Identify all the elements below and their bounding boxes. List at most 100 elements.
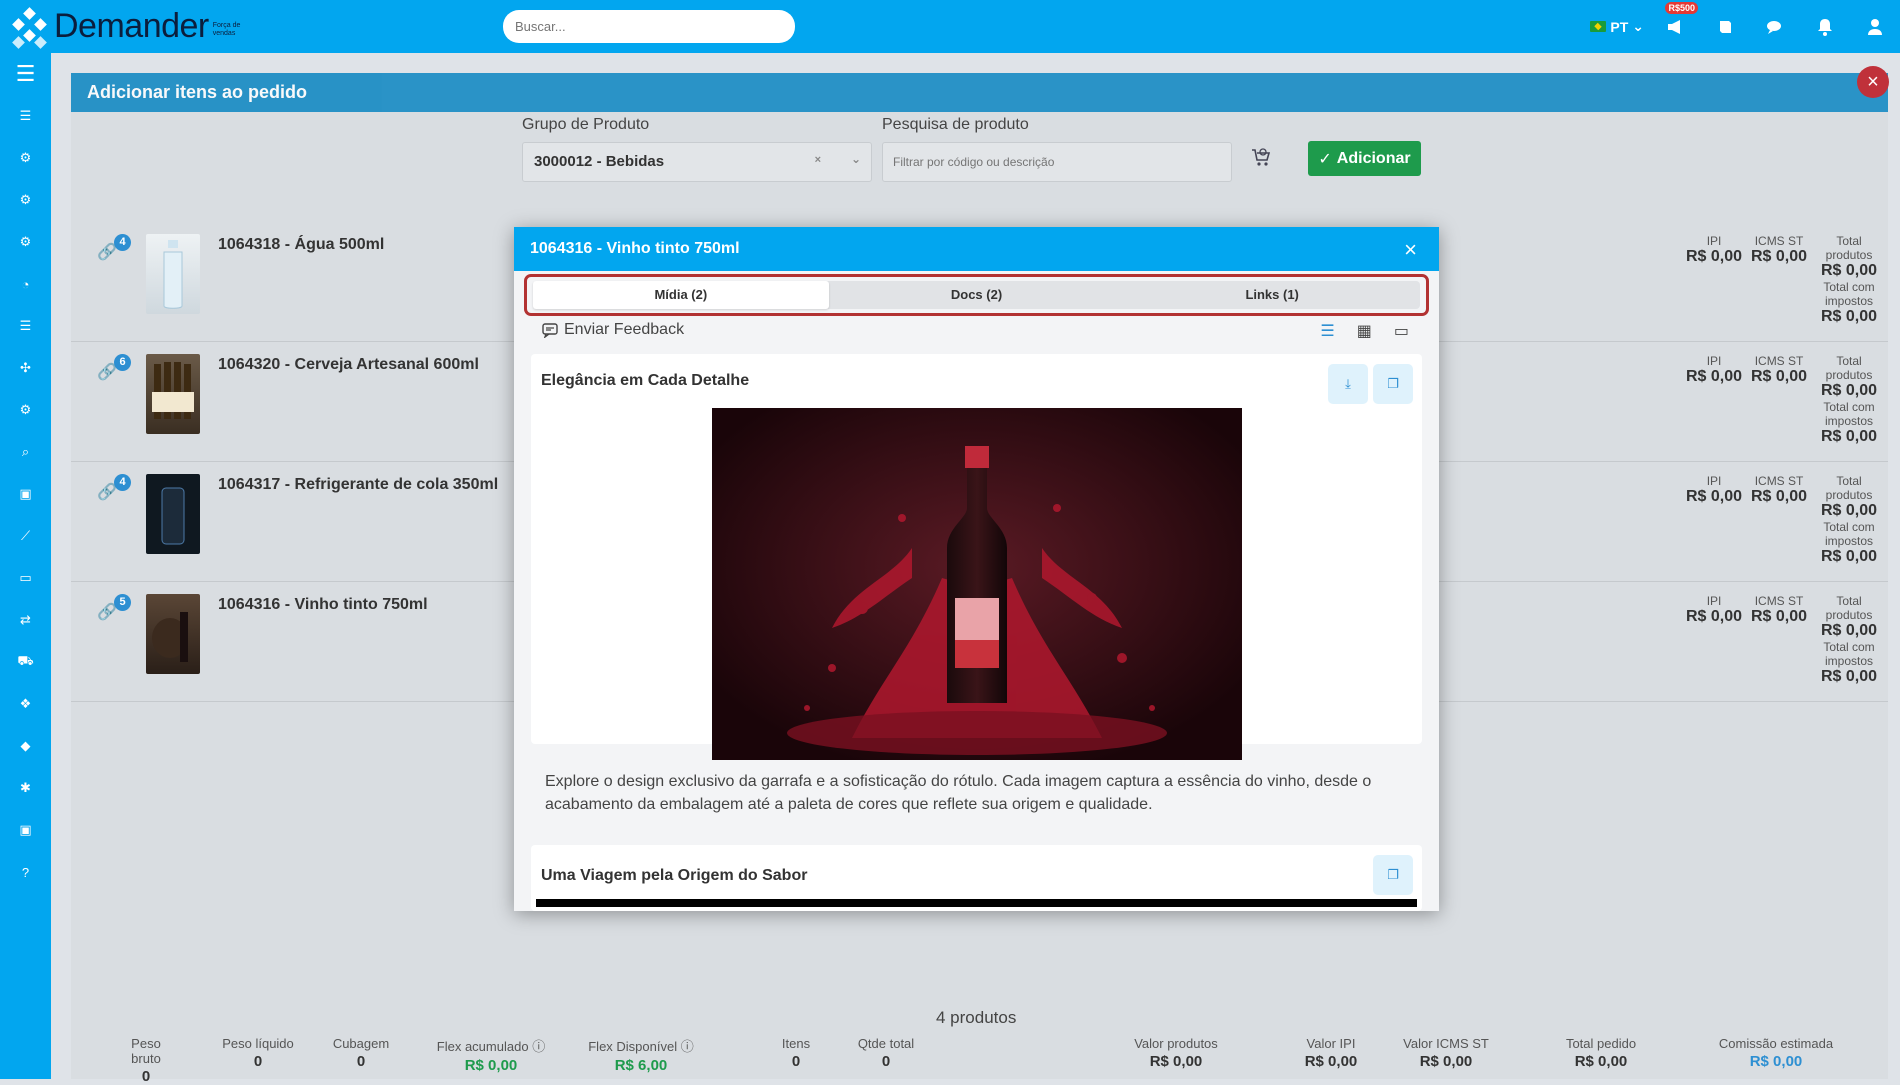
pie-chart-icon[interactable]: ◔ (0, 263, 51, 305)
qtde-total: Qtde total 0 (857, 1036, 915, 1070)
grid-view-icon[interactable]: ▦ (1357, 321, 1372, 341)
icms-cell: ICMS ST R$ 0,00 (1751, 234, 1808, 265)
add-button-label: Adicionar (1336, 149, 1411, 167)
copy-button[interactable]: ❐ (1373, 855, 1413, 895)
brand-logo[interactable]: Demander Força de vendas (10, 6, 480, 49)
gallery-view-icon[interactable]: ▭ (1394, 321, 1409, 341)
product-name: 1064318 - Água 500ml (218, 236, 385, 253)
wine-bottle-image (712, 408, 1242, 760)
notifications-button[interactable] (1800, 0, 1850, 53)
tab-docs[interactable]: Docs (2) (829, 281, 1125, 309)
media-count-badge: 4 (114, 234, 131, 251)
product-name: 1064316 - Vinho tinto 750ml (218, 596, 428, 613)
total-pedido: Total pedido R$ 0,00 (1565, 1036, 1637, 1070)
icms-cell: ICMS ST R$ 0,00 (1751, 354, 1808, 385)
briefcase-icon[interactable]: ▣ (0, 809, 51, 851)
exchange-icon[interactable]: ⇄ (0, 599, 51, 641)
check-icon: ✓ (1318, 150, 1332, 168)
feedback-label: Enviar Feedback (564, 321, 685, 338)
download-button[interactable]: ⤓ (1328, 364, 1368, 404)
chevron-down-icon: ⌄ (850, 152, 861, 166)
media-card: Elegância em Cada Detalhe ⤓ ❐ Explore o … (531, 354, 1422, 813)
icms-cell: ICMS ST R$ 0,00 (1751, 474, 1808, 505)
help-icon[interactable]: ? (0, 851, 51, 893)
product-search-input[interactable] (882, 142, 1232, 182)
copy-icon: ❐ (1387, 376, 1399, 391)
media-count-badge: 5 (114, 594, 131, 611)
list-icon[interactable]: ☰ (0, 95, 51, 137)
user-icon (1868, 18, 1882, 35)
group-label: Grupo de Produto (522, 116, 650, 133)
announcements-button[interactable]: R$500 (1650, 0, 1700, 53)
filters-bar: Grupo de Produto 3000012 - Bebidas × ⌄ P… (522, 116, 1422, 186)
product-media-modal: 1064316 - Vinho tinto 750ml × Mídia (2) … (514, 227, 1439, 911)
tabs-highlight: Mídia (2) Docs (2) Links (1) (524, 274, 1429, 316)
gears-icon[interactable]: ⚙ (0, 389, 51, 431)
order-summary: Peso bruto 0 Peso líquido 0 Cubagem 0 Flex … (71, 1036, 1888, 1085)
panel-title: Adicionar itens ao pedido (71, 73, 1888, 112)
product-group-value: 3000012 - Bebidas (534, 153, 665, 170)
close-icon: × (1867, 70, 1879, 93)
logo-mark-icon (10, 6, 50, 49)
chevron-down-icon: ⌄ (1632, 18, 1644, 34)
chat-button[interactable] (1750, 0, 1800, 53)
network-icon[interactable]: ✣ (0, 347, 51, 389)
tab-midia[interactable]: Mídia (2) (533, 281, 829, 309)
add-button[interactable]: ✓ Adicionar (1308, 141, 1421, 176)
gears-icon[interactable]: ⚙ (0, 221, 51, 263)
brazil-flag-icon (1590, 21, 1607, 32)
docs-button[interactable] (1700, 0, 1750, 53)
ipi-cell: IPI R$ 0,00 (1686, 234, 1743, 265)
gear-icon[interactable]: ⚙ (0, 137, 51, 179)
user-menu-button[interactable] (1850, 0, 1900, 53)
product-thumbnail (146, 594, 200, 674)
sidebar: ☰ ☰ ⚙ ⚙ ⚙ ◔ ☰ ✣ ⚙ ⌕ ▣ ⟋ ▭ ⇄ ⛟ ❖ ◆ ✱ ▣ ? (0, 53, 51, 1079)
hamburger-menu-icon[interactable]: ☰ (0, 53, 51, 95)
send-feedback-button[interactable]: Enviar Feedback (542, 321, 684, 339)
info-icon[interactable]: ⓘ (532, 1039, 545, 1054)
gear-icon[interactable]: ⚙ (0, 179, 51, 221)
money-icon[interactable]: ▭ (0, 557, 51, 599)
brand-subtitle: Força de vendas (212, 21, 241, 37)
close-icon[interactable]: × (1404, 237, 1417, 263)
modal-header: 1064316 - Vinho tinto 750ml × (514, 227, 1439, 271)
product-count: 4 produtos (936, 1008, 1017, 1027)
clear-icon[interactable]: × (815, 154, 821, 166)
flex-disponivel: Flex Disponível ⓘ R$ 6,00 (588, 1039, 694, 1074)
comment-icon (542, 323, 558, 338)
product-name: 1064317 - Refrigerante de cola 350ml (218, 476, 499, 493)
cubagem: Cubagem 0 (332, 1036, 390, 1070)
language-selector[interactable]: PT ⌄ (1590, 18, 1644, 35)
product-group-select[interactable]: 3000012 - Bebidas × ⌄ (522, 142, 872, 182)
bell-icon (1818, 18, 1832, 36)
list-icon[interactable]: ☰ (0, 305, 51, 347)
top-bar: Demander Força de vendas PT ⌄ R$500 (0, 0, 1900, 53)
briefcase-icon[interactable]: ▣ (0, 473, 51, 515)
ipi-cell: IPI R$ 0,00 (1686, 354, 1743, 385)
search-label: Pesquisa de produto (882, 116, 1029, 133)
close-panel-button[interactable]: × (1857, 66, 1889, 98)
media-count-badge: 6 (114, 354, 131, 371)
info-icon[interactable]: ⓘ (681, 1039, 694, 1054)
search-icon[interactable]: ⌕ (0, 431, 51, 473)
flex-acumulado: Flex acumulado ⓘ R$ 0,00 (436, 1039, 546, 1074)
box-icon[interactable]: ❖ (0, 683, 51, 725)
line-chart-icon[interactable]: ⟋ (0, 515, 51, 557)
list-view-icon[interactable]: ☰ (1320, 321, 1334, 341)
product-values: IPI R$ 0,00 ICMS ST R$ 0,00 Total produtos… (1621, 594, 1881, 685)
comissao-estimada: Comissão estimada R$ 0,00 (1718, 1036, 1834, 1070)
download-icon: ⤓ (1345, 376, 1351, 391)
ipi-cell: IPI R$ 0,00 (1686, 594, 1743, 625)
total-cell: Total produtos R$ 0,00 Total com impostos R… (1820, 474, 1878, 565)
brand-name: Demander (54, 7, 209, 45)
cart-icon[interactable]: ⛟ (0, 641, 51, 683)
cart-filter-icon[interactable] (1250, 146, 1272, 174)
product-thumbnail (146, 234, 200, 314)
product-name: 1064320 - Cerveja Artesanal 600ml (218, 356, 479, 373)
asterisk-icon[interactable]: ✱ (0, 767, 51, 809)
valor-ipi: Valor IPI R$ 0,00 (1304, 1036, 1358, 1070)
tab-links[interactable]: Links (1) (1124, 281, 1420, 309)
diamond-icon[interactable]: ◆ (0, 725, 51, 767)
global-search-input[interactable] (503, 10, 795, 43)
copy-button[interactable]: ❐ (1373, 364, 1413, 404)
